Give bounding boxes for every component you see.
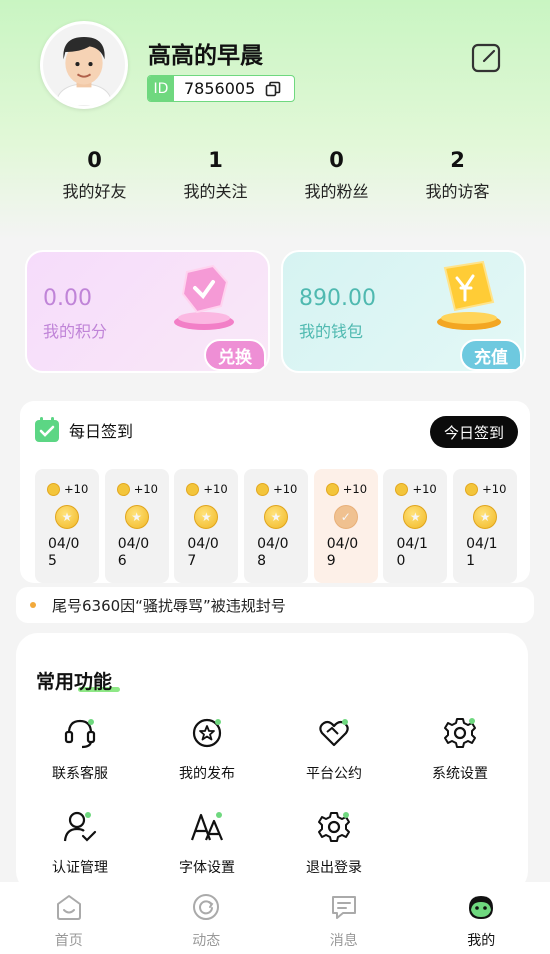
refresh-circle-icon bbox=[193, 894, 220, 920]
day-reward: +10 bbox=[256, 482, 297, 496]
notice-dot bbox=[30, 602, 36, 608]
id-tag: ID bbox=[148, 76, 174, 101]
day-reward: +10 bbox=[186, 482, 228, 496]
points-value: 0.00 bbox=[43, 286, 92, 311]
points-label: 我的积分 bbox=[43, 322, 108, 341]
star-coin-icon: ★ bbox=[403, 505, 428, 529]
day-reward: +10 bbox=[395, 482, 437, 496]
feature-my-posts[interactable]: 我的发布 bbox=[152, 715, 262, 783]
features-title: 常用功能 bbox=[36, 671, 113, 693]
gear-icon bbox=[444, 718, 476, 748]
coin-icon bbox=[186, 482, 200, 496]
coin-icon bbox=[325, 482, 339, 496]
tab-me[interactable]: 我的 bbox=[413, 882, 550, 954]
heart-handshake-icon bbox=[319, 719, 349, 747]
message-icon bbox=[331, 896, 356, 919]
feature-customer-service[interactable]: 联系客服 bbox=[25, 715, 135, 783]
tab-feed[interactable]: 动态 bbox=[138, 882, 276, 954]
wallet-label: 我的钱包 bbox=[299, 322, 364, 341]
day-date: 04/09 bbox=[326, 536, 359, 569]
day-date: 04/06 bbox=[117, 536, 150, 569]
headset-icon bbox=[64, 719, 96, 749]
edit-profile-icon[interactable] bbox=[470, 42, 502, 74]
stat-visitors[interactable]: 2 我的访客 bbox=[397, 146, 518, 202]
day-date: 04/08 bbox=[257, 536, 289, 569]
feature-font-settings[interactable]: 字体设置 bbox=[152, 809, 262, 877]
day-reward: +10 bbox=[116, 482, 158, 496]
mascot-face-icon bbox=[469, 896, 494, 919]
day-reward: +10 bbox=[47, 482, 88, 496]
tab-messages[interactable]: 消息 bbox=[275, 882, 413, 954]
star-coin-icon: ★ bbox=[194, 505, 219, 529]
home-icon bbox=[56, 895, 81, 920]
signin-day[interactable]: +10 ✓ 04/09 bbox=[313, 469, 378, 583]
font-icon bbox=[190, 812, 224, 841]
stat-friends[interactable]: 0 我的好友 bbox=[34, 146, 155, 202]
signin-day[interactable]: +10 ★ 04/07 bbox=[174, 469, 239, 583]
calendar-check-icon bbox=[35, 417, 59, 442]
star-coin-icon: ★ bbox=[124, 505, 149, 529]
tab-home[interactable]: 首页 bbox=[0, 882, 138, 954]
star-coin-icon: ★ bbox=[264, 505, 289, 529]
points-card[interactable]: 0.00 我的积分 兑换 bbox=[25, 250, 270, 373]
gem-trophy-icon bbox=[174, 264, 234, 330]
signin-day[interactable]: +10 ★ 04/05 bbox=[35, 469, 99, 583]
day-date: 04/10 bbox=[396, 536, 428, 569]
signin-today-button[interactable]: 今日签到 bbox=[430, 416, 518, 448]
day-reward: +10 bbox=[465, 482, 506, 496]
feature-verification[interactable]: 认证管理 bbox=[25, 809, 135, 877]
signin-day[interactable]: +10 ★ 04/08 bbox=[244, 469, 309, 583]
signin-day[interactable]: +10 ★ 04/06 bbox=[104, 469, 169, 583]
notice-bar: 尾号6360因“骚扰辱骂”被违规封号 bbox=[16, 587, 534, 623]
signin-title: 每日签到 bbox=[69, 422, 134, 441]
user-id-value: 7856005 bbox=[184, 79, 256, 98]
avatar[interactable] bbox=[40, 21, 128, 109]
bottom-tab-bar: 首页 动态 消息 我的 bbox=[0, 882, 550, 954]
coin-stand-icon bbox=[437, 260, 501, 330]
star-coin-icon: ★ bbox=[473, 505, 498, 529]
exchange-button[interactable]: 兑换 bbox=[204, 339, 266, 371]
checked-coin-icon: ✓ bbox=[333, 505, 358, 529]
signin-days: +10 ★ 04/05 +10 ★ 04/06 +10 ★ 04/07 +10 ★ 04/08 +10 ✓… bbox=[35, 469, 523, 583]
notice-text: 尾号6360因“骚扰辱骂”被违规封号 bbox=[52, 596, 286, 615]
day-reward: +10 bbox=[325, 482, 367, 496]
signin-day[interactable]: +10 ★ 04/10 bbox=[383, 469, 448, 583]
profile-stats: 0 我的好友 1 我的关注 0 我的粉丝 2 我的访客 bbox=[0, 146, 550, 202]
feature-system-settings[interactable]: 系统设置 bbox=[405, 715, 515, 783]
user-check-icon bbox=[63, 811, 97, 842]
coin-icon bbox=[116, 482, 130, 496]
coin-icon bbox=[256, 482, 270, 496]
star-coin-icon: ★ bbox=[55, 505, 79, 529]
day-date: 04/11 bbox=[466, 536, 498, 569]
wallet-value: 890.00 bbox=[299, 286, 376, 311]
day-date: 04/07 bbox=[187, 536, 219, 569]
day-date: 04/05 bbox=[48, 536, 80, 569]
coin-icon bbox=[395, 482, 409, 496]
daily-signin-panel: 每日签到 今日签到 +10 ★ 04/05 +10 ★ 04/06 +10 ★ 04/07 +10… bbox=[20, 401, 530, 583]
coin-icon bbox=[47, 482, 60, 496]
nickname: 高高的早晨 bbox=[148, 43, 263, 69]
recharge-button[interactable]: 充值 bbox=[460, 339, 522, 371]
feature-platform-rules[interactable]: 平台公约 bbox=[279, 715, 389, 783]
copy-icon[interactable] bbox=[265, 81, 281, 97]
wallet-card[interactable]: 890.00 我的钱包 充值 bbox=[281, 250, 526, 373]
coin-icon bbox=[465, 482, 479, 496]
feature-logout[interactable]: 退出登录 bbox=[279, 809, 389, 877]
stat-fans[interactable]: 0 我的粉丝 bbox=[276, 146, 397, 202]
signin-day[interactable]: +10 ★ 04/11 bbox=[453, 469, 518, 583]
stat-following[interactable]: 1 我的关注 bbox=[155, 146, 276, 202]
star-badge-icon bbox=[192, 718, 222, 748]
common-features-panel: 常用功能 联系客服 我的发布 平台公约 系统设置 认证管理 字体设置 退出登录 bbox=[16, 633, 528, 893]
logout-gear-icon bbox=[318, 812, 350, 842]
signin-header: 每日签到 bbox=[34, 417, 133, 443]
user-id-badge: ID 7856005 bbox=[147, 75, 295, 102]
